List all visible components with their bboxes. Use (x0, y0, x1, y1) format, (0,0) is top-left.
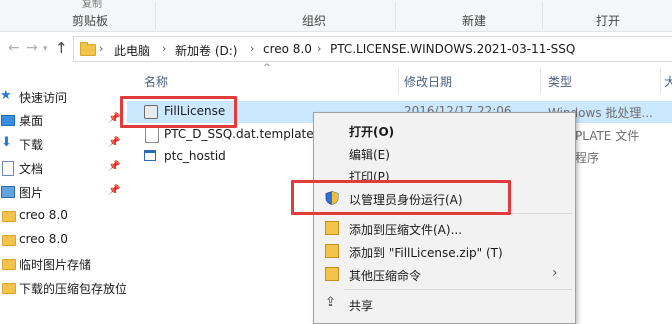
column-divider[interactable] (540, 68, 541, 94)
breadcrumb-license-folder[interactable]: PTC.LICENSE.WINDOWS.2021-03-11-SSQ (330, 42, 575, 56)
download-icon: ⬇ (1, 135, 12, 150)
breadcrumb-chevron-icon[interactable]: › (250, 42, 254, 55)
pin-icon[interactable]: 📌 (108, 185, 120, 196)
sidebar-item-desktop[interactable]: 桌面 📌 (0, 109, 126, 131)
context-menu: 打开(O) 编辑(E) 打印(P) 以管理员身份运行(A) 添加到压缩文件(A)… (313, 112, 576, 324)
sidebar-item-documents[interactable]: 文档 📌 (0, 157, 126, 179)
ribbon-separator (542, 2, 543, 29)
column-header-size[interactable]: 大 (664, 73, 672, 90)
ribbon-separator (155, 2, 156, 29)
sidebar-item-downloaded-archives[interactable]: 下载的压缩包存放位 (0, 277, 126, 299)
sidebar-item-downloads[interactable]: ⬇ 下载 📌 (0, 133, 126, 155)
breadcrumb-chevron-icon[interactable]: › (162, 42, 166, 55)
pin-icon[interactable]: 📌 (108, 137, 120, 148)
submenu-arrow-icon: › (552, 265, 558, 281)
sidebar-item-label: 桌面 (19, 114, 44, 128)
file-name: ptc_hostid (164, 149, 226, 163)
menu-item-label: 编辑(E) (349, 148, 390, 162)
sidebar-item-label: 图片 (19, 186, 44, 200)
desktop-icon (1, 115, 15, 126)
column-header-type[interactable]: 类型 (548, 73, 572, 90)
highlight-box-run-as-admin (291, 180, 511, 215)
pin-icon[interactable]: 📌 (108, 113, 120, 124)
archive-icon (325, 221, 339, 235)
back-arrow-icon[interactable]: ← (8, 40, 20, 56)
sidebar-item-label: creo 8.0 (19, 232, 68, 246)
address-row: ← → ▾ ↑ › 此电脑 › 新加卷 (D:) › creo 8.0 › PT… (0, 33, 672, 63)
menu-item-label: 共享 (349, 299, 374, 313)
menu-separator (344, 289, 572, 290)
sidebar-item-label: 下载的压缩包存放位 (19, 282, 126, 296)
ribbon: 复制 剪贴板 组织 新建 打开 (0, 0, 672, 32)
column-divider[interactable] (660, 68, 661, 94)
file-name: PTC_D_SSQ.dat.template (164, 127, 314, 141)
menu-item-other-compress[interactable]: 其他压缩命令 › (314, 263, 575, 285)
column-header-name[interactable]: 名称 (144, 73, 168, 90)
column-header-modified[interactable]: 修改日期 (404, 73, 452, 90)
archive-icon (325, 267, 339, 281)
sidebar-item-creo-2[interactable]: creo 8.0 (0, 229, 126, 251)
ribbon-group-new: 新建 (462, 14, 487, 28)
pin-icon[interactable]: 📌 (108, 161, 120, 172)
menu-item-label: 打开(O) (349, 125, 395, 139)
ribbon-group-organize: 组织 (302, 14, 327, 28)
folder-icon (2, 235, 16, 246)
breadcrumb-this-pc[interactable]: 此电脑 (114, 42, 150, 59)
breadcrumb-drive-d[interactable]: 新加卷 (D:) (175, 42, 237, 59)
menu-item-edit[interactable]: 编辑(E) (314, 142, 575, 164)
folder-icon (2, 259, 16, 270)
sidebar-item-label: 文档 (19, 162, 44, 176)
menu-item-add-to-archive[interactable]: 添加到压缩文件(A)... (314, 217, 575, 239)
forward-arrow-icon[interactable]: → (26, 40, 38, 56)
breadcrumb-creo[interactable]: creo 8.0 (263, 42, 312, 56)
picture-icon (1, 186, 15, 198)
sort-caret-icon: ^ (263, 63, 271, 73)
file-type: PLATE 文件 (575, 129, 640, 143)
star-icon: ★ (0, 88, 12, 103)
menu-item-share[interactable]: ⇪ 共享 (314, 293, 575, 315)
menu-item-open[interactable]: 打开(O) (314, 119, 575, 141)
highlight-box-file (120, 96, 237, 128)
folder-icon (80, 42, 96, 56)
sidebar-item-label: 临时图片存储 (19, 258, 92, 272)
navigation-pane: ★ 快速访问 桌面 📌 ⬇ 下载 📌 文档 📌 图片 📌 creo 8.0 cr… (0, 86, 126, 314)
sidebar-item-label: creo 8.0 (19, 208, 68, 222)
sidebar-item-pictures[interactable]: 图片 📌 (0, 181, 126, 203)
folder-icon (2, 211, 16, 222)
menu-item-label: 添加到 "FillLicense.zip" (T) (349, 246, 503, 260)
sidebar-item-quick-access[interactable]: ★ 快速访问 (0, 86, 126, 108)
address-bar[interactable]: › 此电脑 › 新加卷 (D:) › creo 8.0 › PTC.LICENS… (73, 36, 672, 62)
menu-item-add-to-zip[interactable]: 添加到 "FillLicense.zip" (T) (314, 240, 575, 262)
template-file-icon (145, 127, 159, 143)
file-type: 程序 (575, 151, 600, 165)
folder-icon (2, 283, 16, 294)
menu-item-label: 其他压缩命令 (349, 269, 422, 283)
up-arrow-icon[interactable]: ↑ (55, 39, 68, 57)
ribbon-copy-label[interactable]: 复制 (82, 0, 102, 10)
ribbon-group-clipboard: 剪贴板 (72, 14, 109, 28)
recent-chevron-icon[interactable]: ▾ (43, 44, 48, 54)
breadcrumb-chevron-icon[interactable]: › (99, 42, 103, 55)
archive-icon (325, 244, 339, 258)
sidebar-item-label: 下载 (19, 138, 44, 152)
column-divider[interactable] (398, 68, 399, 94)
sidebar-item-temp-images[interactable]: 临时图片存储 (0, 253, 126, 275)
share-icon: ⇪ (325, 295, 336, 310)
sidebar-item-creo-1[interactable]: creo 8.0 (0, 205, 126, 227)
ribbon-separator (395, 2, 396, 29)
breadcrumb-chevron-icon[interactable]: › (317, 42, 321, 55)
app-icon (144, 150, 156, 161)
sidebar-item-label: 快速访问 (19, 91, 68, 105)
menu-item-label: 添加到压缩文件(A)... (349, 223, 463, 237)
ribbon-group-open: 打开 (596, 14, 621, 28)
document-icon (2, 161, 14, 176)
